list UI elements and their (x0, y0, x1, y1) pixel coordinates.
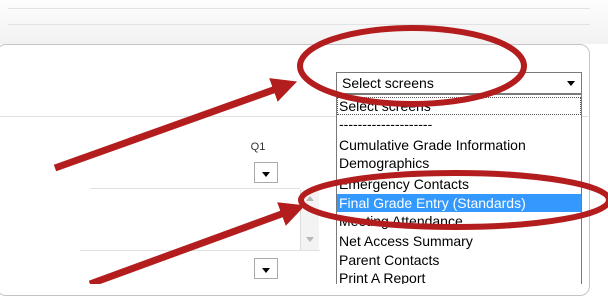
top-strip (0, 0, 608, 44)
chevron-down-icon (567, 81, 575, 86)
dropdown-option-selected[interactable]: Final Grade Entry (Standards) (337, 194, 581, 212)
dropdown-option[interactable]: Emergency Contacts (337, 175, 581, 193)
dropdown-option[interactable]: Parent Contacts (337, 251, 581, 269)
screen-select[interactable]: Select screens (336, 72, 582, 94)
q1-column-header: Q1 (250, 141, 266, 153)
chevron-down-icon (262, 268, 270, 273)
row-divider (90, 188, 300, 189)
screen-select-dropdown: Select screens -------------------- Cumu… (336, 94, 582, 284)
row-divider (80, 250, 320, 251)
q1-grade-select[interactable] (254, 162, 278, 183)
dropdown-option[interactable]: Select screens (337, 97, 581, 115)
dropdown-option[interactable]: Meeting Attendance (337, 212, 581, 230)
scroll-down-icon[interactable] (306, 237, 314, 242)
dropdown-option[interactable]: Print A Report (337, 269, 581, 284)
dropdown-option[interactable]: -------------------- (337, 115, 581, 133)
dropdown-option[interactable]: Cumulative Grade Information (337, 136, 581, 154)
chevron-down-icon (262, 172, 270, 177)
dropdown-option[interactable]: Demographics (337, 154, 581, 172)
comment-scrollbar[interactable] (300, 190, 319, 250)
top-rule (8, 24, 590, 25)
screen-select-value: Select screens (342, 75, 434, 91)
scroll-up-icon[interactable] (306, 196, 314, 201)
dropdown-option[interactable]: Net Access Summary (337, 232, 581, 250)
grade-select[interactable] (254, 258, 278, 279)
top-rule (8, 8, 590, 9)
